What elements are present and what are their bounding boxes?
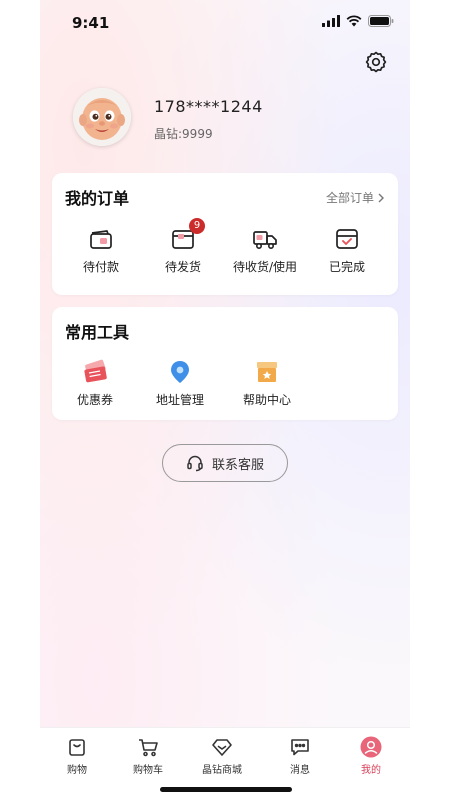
- tool-coupons[interactable]: 优惠券: [55, 359, 135, 408]
- common-tools-card: 常用工具 优惠券 地址管理 帮助中心: [52, 307, 398, 420]
- diamond-icon: [211, 736, 233, 758]
- cart-icon: [137, 736, 159, 758]
- coupon-icon: [82, 359, 108, 385]
- order-label: 待付款: [82, 260, 119, 274]
- headset-icon: [187, 455, 203, 472]
- order-label: 待发货: [164, 260, 201, 274]
- tool-label: 地址管理: [155, 393, 204, 407]
- order-pending-shipment[interactable]: 9 待发货: [143, 218, 223, 275]
- tool-address-management[interactable]: 地址管理: [140, 359, 220, 408]
- common-tools-title: 常用工具: [65, 323, 130, 342]
- order-label: 已完成: [328, 260, 365, 274]
- wallet-icon: [88, 226, 114, 252]
- tool-help-center[interactable]: 帮助中心: [227, 359, 307, 408]
- wifi-icon: [346, 15, 362, 27]
- cellular-signal-icon: [322, 15, 340, 27]
- tab-label: 购物车: [133, 765, 163, 776]
- tab-label: 购物: [67, 765, 87, 776]
- tab-diamond-mall[interactable]: 晶钻商城: [189, 736, 255, 776]
- tab-messages[interactable]: 消息: [267, 736, 333, 776]
- tab-label: 晶钻商城: [202, 765, 242, 776]
- tab-shopping[interactable]: 购物: [44, 736, 110, 776]
- my-orders-title: 我的订单: [65, 189, 130, 208]
- avatar[interactable]: [73, 88, 131, 146]
- status-icons: [322, 15, 394, 27]
- shopping-bag-icon: [66, 736, 88, 758]
- order-pending-receipt[interactable]: 待收货/使用: [225, 226, 305, 275]
- tab-cart[interactable]: 购物车: [115, 736, 181, 776]
- bottom-tab-bar: 购物 购物车 晶钻商城 消息 我的: [40, 727, 410, 800]
- my-orders-card: 我的订单 全部订单 待付款 9 待发货 待收货/使用 已完成: [52, 173, 398, 295]
- cartoon-baby-avatar-icon: [73, 88, 131, 146]
- gear-icon: [365, 51, 387, 73]
- help-box-icon: [254, 359, 280, 385]
- truck-icon: [252, 226, 278, 252]
- chevron-right-icon: [378, 193, 384, 202]
- tab-label: 我的: [361, 765, 381, 776]
- tool-label: 优惠券: [76, 393, 113, 407]
- contact-customer-service-label: 联系客服: [211, 457, 264, 473]
- order-pending-payment[interactable]: 待付款: [61, 226, 141, 275]
- pending-shipment-badge: 9: [189, 218, 205, 234]
- settings-button[interactable]: [364, 50, 388, 74]
- location-pin-icon: [167, 359, 193, 385]
- all-orders-link[interactable]: 全部订单: [326, 189, 385, 206]
- package-icon: 9: [170, 218, 205, 252]
- message-icon: [289, 736, 311, 758]
- home-indicator: [160, 787, 292, 792]
- phone-number: 178****1244: [154, 97, 263, 116]
- contact-customer-service-button[interactable]: 联系客服: [162, 444, 288, 482]
- tool-label: 帮助中心: [242, 393, 291, 407]
- status-time: 9:41: [72, 14, 110, 32]
- all-orders-label: 全部订单: [325, 191, 374, 205]
- status-bar: 9:41: [40, 0, 410, 44]
- diamond-balance: 晶钻:9999: [154, 127, 213, 141]
- battery-icon: [368, 15, 394, 27]
- profile-screen: 9:41 178****1244 晶钻:9999 我的订单 全部订单 待付款 9…: [40, 0, 410, 800]
- order-label: 待收货/使用: [232, 260, 298, 274]
- calendar-check-icon: [334, 226, 360, 252]
- tab-label: 消息: [290, 765, 310, 776]
- profile-icon: [360, 736, 382, 758]
- order-completed[interactable]: 已完成: [307, 226, 387, 275]
- tab-mine[interactable]: 我的: [338, 736, 404, 776]
